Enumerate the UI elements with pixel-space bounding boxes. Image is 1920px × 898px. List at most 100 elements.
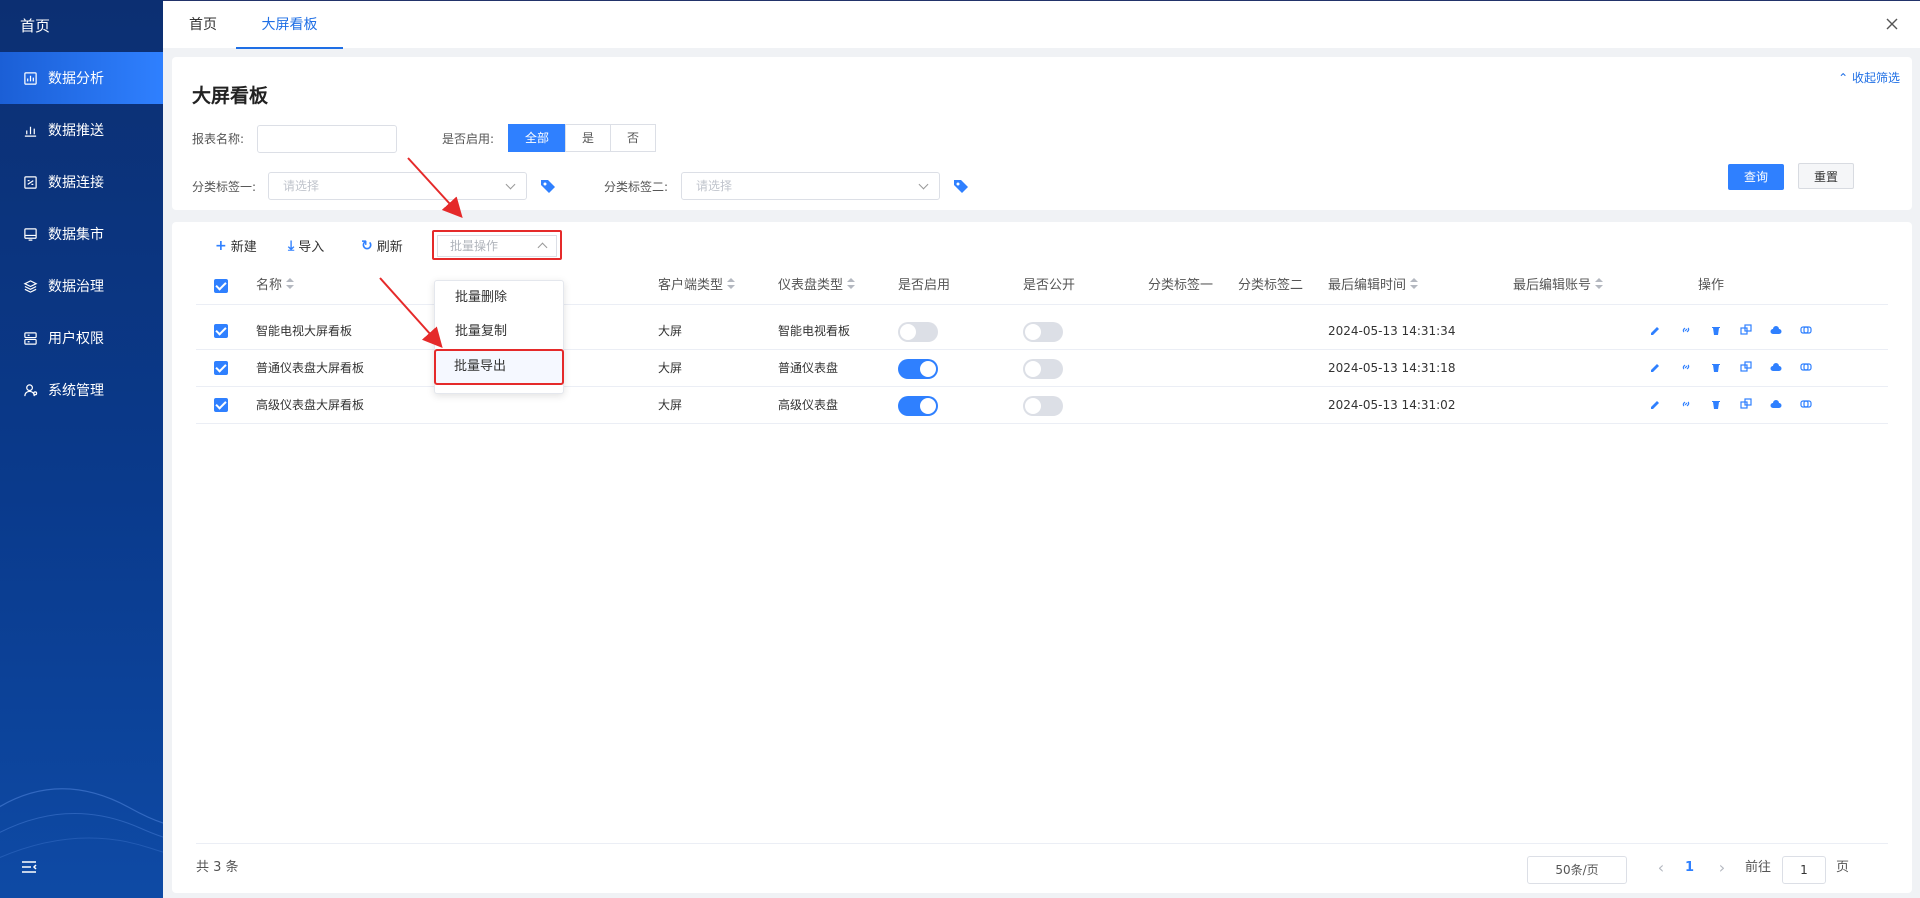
cell-client-type: 大屏 — [658, 398, 683, 412]
copy-icon[interactable] — [1740, 398, 1754, 412]
tag-icon[interactable] — [952, 177, 970, 195]
col-edit-time[interactable]: 最后编辑时间 — [1328, 267, 1419, 305]
batch-operation-label: 批量操作 — [437, 235, 557, 257]
copy-icon[interactable] — [1740, 361, 1754, 375]
enabled-toggle[interactable] — [898, 322, 938, 342]
select-all-checkbox[interactable] — [214, 279, 228, 293]
tab-big-screen-board[interactable]: 大屏看板 — [236, 1, 343, 49]
public-toggle[interactable] — [1023, 359, 1063, 379]
batch-operation-select[interactable]: 批量操作 — [432, 230, 562, 260]
connection-icon — [22, 174, 38, 190]
col-operations: 操作 — [1698, 278, 1725, 293]
refresh-button-label: 刷新 — [376, 240, 403, 255]
edit-icon[interactable] — [1650, 361, 1664, 375]
import-button-label: 导入 — [298, 240, 325, 255]
seg-yes[interactable]: 是 — [565, 124, 612, 152]
col-name-label: 名称 — [256, 278, 283, 293]
cell-dashboard-type: 高级仪表盘 — [778, 398, 839, 412]
cloud-upload-icon[interactable] — [1770, 324, 1784, 338]
current-page[interactable]: 1 — [1685, 858, 1694, 878]
edit-icon[interactable] — [1650, 324, 1664, 338]
public-toggle[interactable] — [1023, 396, 1063, 416]
col-dashboard-type[interactable]: 仪表盘类型 — [778, 267, 856, 305]
table-panel: + 新建 ⤓ 导入 ↻ 刷新 批量操作 名称 客户端类型 仪表盘类型 是否启用 … — [172, 222, 1912, 893]
link-icon[interactable] — [1680, 324, 1694, 338]
share-icon[interactable] — [1800, 361, 1814, 375]
enabled-toggle[interactable] — [898, 359, 938, 379]
refresh-button[interactable]: ↻ 刷新 — [361, 236, 403, 256]
prev-page-icon[interactable]: ‹ — [1651, 858, 1671, 878]
tag1-select[interactable]: 请选择 — [268, 172, 527, 200]
filter-panel: 大屏看板 ⌃ 收起筛选 报表名称: 是否启用: 全部 是 否 分类标签一: 请选… — [172, 57, 1912, 210]
sidebar-item-data-push[interactable]: 数据推送 — [0, 104, 163, 156]
share-icon[interactable] — [1800, 398, 1814, 412]
delete-icon[interactable] — [1710, 398, 1724, 412]
sidebar-item-system-management[interactable]: 系统管理 — [0, 364, 163, 416]
sidebar-item-data-analysis[interactable]: 数据分析 — [0, 52, 163, 104]
import-button[interactable]: ⤓ 导入 — [288, 236, 325, 256]
batch-copy-option[interactable]: 批量复制 — [435, 315, 563, 349]
collapse-filter-link[interactable]: ⌃ 收起筛选 — [1838, 69, 1900, 86]
chevron-up-icon: ⌃ — [1838, 71, 1849, 85]
copy-icon[interactable] — [1740, 324, 1754, 338]
cell-edit-time: 2024-05-13 14:31:34 — [1328, 324, 1456, 338]
refresh-icon: ↻ — [361, 237, 373, 254]
col-name[interactable]: 名称 — [256, 267, 295, 305]
col-edit-account[interactable]: 最后编辑账号 — [1513, 267, 1604, 305]
batch-delete-option[interactable]: 批量删除 — [435, 281, 563, 315]
bar-chart-icon — [22, 122, 38, 138]
sidebar-item-data-connection[interactable]: 数据连接 — [0, 156, 163, 208]
batch-export-option[interactable]: 批量导出 — [434, 349, 564, 385]
cell-name: 智能电视大屏看板 — [256, 324, 353, 338]
sidebar-item-data-governance[interactable]: 数据治理 — [0, 260, 163, 312]
row-operations — [1650, 361, 1830, 375]
download-icon: ⤓ — [288, 237, 295, 254]
next-page-icon[interactable]: › — [1712, 858, 1732, 878]
close-icon[interactable] — [1884, 16, 1900, 32]
tag-icon[interactable] — [539, 177, 557, 195]
collapse-filter-label: 收起筛选 — [1851, 71, 1900, 85]
sort-icon — [847, 278, 856, 290]
col-enabled: 是否启用 — [898, 278, 951, 293]
total-count: 共 3 条 — [196, 860, 239, 875]
share-icon[interactable] — [1800, 324, 1814, 338]
edit-icon[interactable] — [1650, 398, 1664, 412]
report-name-input[interactable] — [257, 125, 397, 153]
tag2-label: 分类标签二: — [604, 180, 669, 194]
sidebar-item-label: 数据连接 — [48, 175, 104, 191]
col-edit-account-label: 最后编辑账号 — [1513, 278, 1592, 293]
col-client-label: 客户端类型 — [658, 278, 724, 293]
row-checkbox[interactable] — [214, 324, 228, 338]
seg-all[interactable]: 全部 — [508, 124, 567, 152]
seg-no[interactable]: 否 — [610, 124, 657, 152]
tag2-select[interactable]: 请选择 — [681, 172, 940, 200]
new-button[interactable]: + 新建 — [215, 236, 257, 256]
batch-operation-dropdown: 批量删除 批量复制 批量导出 — [434, 280, 564, 394]
row-checkbox[interactable] — [214, 398, 228, 412]
reset-button[interactable]: 重置 — [1798, 163, 1854, 189]
col-tag1: 分类标签一 — [1148, 278, 1214, 293]
enabled-toggle[interactable] — [898, 396, 938, 416]
tab-home[interactable]: 首页 — [189, 1, 217, 49]
menu-collapse-icon[interactable] — [20, 858, 38, 876]
query-button[interactable]: 查询 — [1728, 164, 1784, 190]
sidebar-home[interactable]: 首页 — [0, 0, 163, 52]
delete-icon[interactable] — [1710, 361, 1724, 375]
cloud-upload-icon[interactable] — [1770, 361, 1784, 375]
col-edit-time-label: 最后编辑时间 — [1328, 278, 1407, 293]
link-icon[interactable] — [1680, 398, 1694, 412]
page-size-select[interactable]: 50条/页 — [1527, 856, 1627, 884]
sidebar-item-user-permissions[interactable]: 用户权限 — [0, 312, 163, 364]
cloud-upload-icon[interactable] — [1770, 398, 1784, 412]
row-checkbox[interactable] — [214, 361, 228, 375]
col-client-type[interactable]: 客户端类型 — [658, 267, 736, 305]
cell-name: 普通仪表盘大屏看板 — [256, 361, 365, 375]
public-toggle[interactable] — [1023, 322, 1063, 342]
delete-icon[interactable] — [1710, 324, 1724, 338]
link-icon[interactable] — [1680, 361, 1694, 375]
pagination-bar: 共 3 条 50条/页 ‹ 1 › 前往 1 页 — [196, 843, 1888, 891]
goto-page-input[interactable]: 1 — [1782, 856, 1826, 884]
row-operations — [1650, 398, 1830, 412]
top-tab-bar: 首页 大屏看板 — [163, 0, 1920, 49]
sidebar-item-data-market[interactable]: 数据集市 — [0, 208, 163, 260]
